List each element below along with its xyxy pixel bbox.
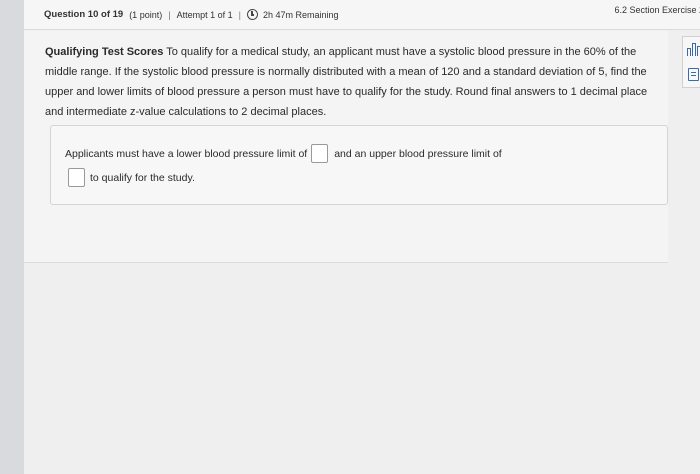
- answer-prompt-2: and an upper blood pressure limit of: [334, 147, 502, 160]
- divider: |: [238, 9, 241, 20]
- question-lead: Qualifying Test Scores: [45, 46, 164, 58]
- question-header: Question 10 of 19 (1 point) | Attempt 1 …: [24, 0, 700, 30]
- bar-chart-icon[interactable]: [687, 42, 700, 56]
- answer-prompt-1: Applicants must have a lower blood press…: [65, 147, 308, 160]
- side-toolbar: [682, 36, 700, 88]
- left-margin: [0, 0, 24, 474]
- question-info: Question 10 of 19 (1 point) | Attempt 1 …: [44, 9, 338, 20]
- question-text: Qualifying Test Scores To qualify for a …: [45, 42, 657, 122]
- question-number: Question 10 of 19: [44, 9, 124, 20]
- answer-area: Applicants must have a lower blood press…: [50, 125, 668, 205]
- document-icon[interactable]: [688, 68, 699, 81]
- question-panel: Qualifying Test Scores To qualify for a …: [24, 31, 668, 263]
- clock-icon: [246, 9, 258, 20]
- attempt-count: Attempt 1 of 1: [176, 9, 233, 20]
- answer-line-1: Applicants must have a lower blood press…: [65, 144, 502, 163]
- answer-prompt-3: to qualify for the study.: [90, 171, 195, 184]
- section-title: 6.2 Section Exercise 2: [614, 5, 700, 15]
- answer-line-2: to qualify for the study.: [68, 168, 195, 187]
- time-remaining: 2h 47m Remaining: [262, 9, 339, 20]
- divider: |: [168, 9, 171, 20]
- upper-limit-input[interactable]: [68, 168, 85, 187]
- question-points: (1 point): [129, 9, 163, 20]
- lower-limit-input[interactable]: [311, 144, 329, 163]
